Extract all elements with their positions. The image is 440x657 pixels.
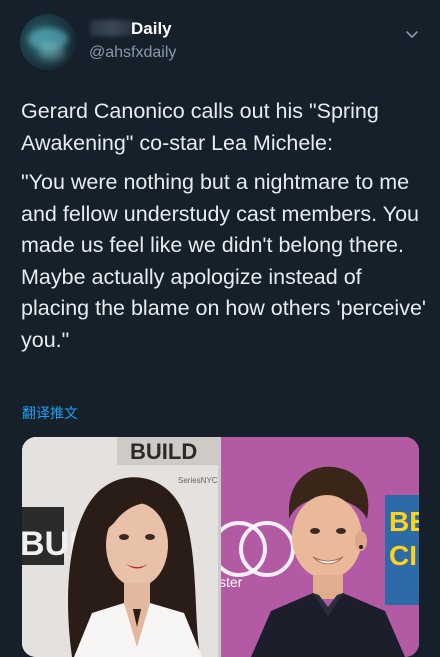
photo-right[interactable]: ster BE CI xyxy=(221,437,419,657)
backdrop-be: BE xyxy=(389,506,419,537)
tweet-quote: "You were nothing but a nightmare to me … xyxy=(21,170,427,352)
backdrop-ster: ster xyxy=(221,574,243,590)
photo-right-illustration: ster BE CI xyxy=(221,437,419,657)
translate-tweet-link[interactable]: 翻译推文 xyxy=(22,403,78,423)
tweet-intro: Gerard Canonico calls out his "Spring Aw… xyxy=(21,99,379,155)
chevron-down-icon[interactable] xyxy=(404,26,420,42)
avatar[interactable] xyxy=(20,14,76,70)
photo-left-illustration: BUILD SeriesNYC BUIL xyxy=(22,437,218,657)
tweet-text: Gerard Canonico calls out his "Spring Aw… xyxy=(21,96,426,364)
photo-left[interactable]: BUILD SeriesNYC BUIL xyxy=(22,437,218,657)
backdrop-ci: CI xyxy=(389,540,417,571)
tweet-media[interactable]: BUILD SeriesNYC BUIL ster BE CI xyxy=(22,437,419,657)
backdrop-series: SeriesNYC xyxy=(178,476,218,485)
account-handle[interactable]: @ahsfxdaily xyxy=(89,44,176,62)
display-name[interactable]: Daily xyxy=(131,19,172,39)
backdrop-build-top: BUILD xyxy=(130,439,197,464)
tweet-card: Daily @ahsfxdaily Gerard Canonico calls … xyxy=(0,0,440,657)
name-redaction xyxy=(90,20,134,36)
